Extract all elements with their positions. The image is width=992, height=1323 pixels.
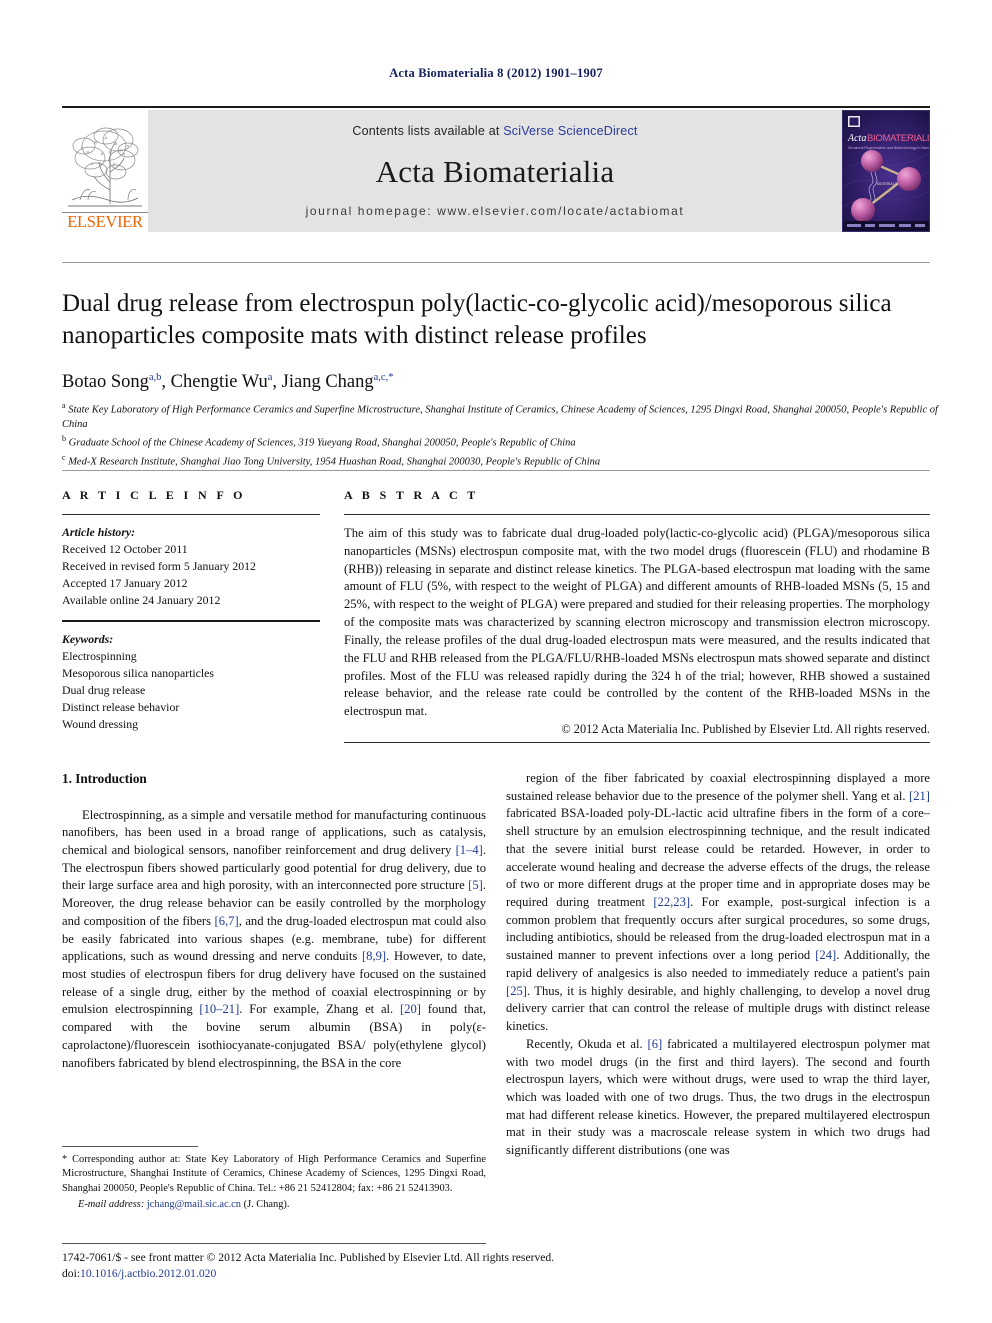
page-title: Dual drug release from electrospun poly(… [62,290,892,349]
svg-text:BIOMATERIALIA: BIOMATERIALIA [867,133,929,144]
author-separator-2: , [272,372,282,393]
affiliation-b: b Graduate School of the Chinese Academy… [62,433,942,451]
abstract-text: The aim of this study was to fabricate d… [344,526,930,719]
author-1-name: Botao Song [62,372,149,393]
journal-band: Contents lists available at SciVerse Sci… [148,110,842,232]
svg-text:Acta: Acta [847,133,866,144]
affiliation-c-text: Med-X Research Institute, Shanghai Jiao … [68,456,601,468]
history-item: Received in revised form 5 January 2012 [62,558,256,573]
journal-homepage-link[interactable]: journal homepage: www.elsevier.com/locat… [306,204,685,218]
footnote-corresponding-text: * Corresponding author at: State Key Lab… [62,1154,486,1194]
email-link[interactable]: jchang@mail.sic.ac.cn [147,1199,241,1210]
svg-text:MATERIALS: MATERIALS [877,182,898,186]
keyword-item: Electrospinning [62,648,137,663]
journal-article-page: Acta Biomaterialia 8 (2012) 1901–1907 EL… [0,0,992,1323]
abstract-bottom-divider [344,742,930,743]
author-3-affiliation-marker: a,c,* [373,372,394,383]
running-head: Acta Biomaterialia 8 (2012) 1901–1907 [389,66,603,80]
svg-text:Structural Regeneration and Bi: Structural Regeneration and Biotechnolog… [848,146,929,150]
affiliation-c-label: c [62,452,66,462]
affiliation-c: c Med-X Research Institute, Shanghai Jia… [62,452,942,470]
article-info-heading: A R T I C L E I N F O [62,488,246,502]
affiliation-b-text: Graduate School of the Chinese Academy o… [68,437,576,449]
history-item: Available online 24 January 2012 [62,592,221,607]
abstract-heading: A B S T R A C T [344,488,479,502]
corresponding-author-footnote: * Corresponding author at: State Key Lab… [62,1146,486,1212]
article-info-panel: A R T I C L E I N F O Article history: R… [62,488,320,733]
journal-masthead: ELSEVIER Contents lists available at Sci… [62,106,930,232]
issn-copyright-line: 1742-7061/$ - see front matter © 2012 Ac… [62,1251,555,1264]
elsevier-wordmark: ELSEVIER [62,211,148,231]
body-column-left: 1. Introduction Electrospinning, as a si… [62,770,486,1072]
abstract-rule [344,514,930,515]
sciencedirect-link[interactable]: SciVerse ScienceDirect [503,124,637,138]
journal-title: Acta Biomaterialia [375,154,615,189]
elsevier-logo: ELSEVIER [62,110,148,232]
article-history-block: Article history: Received 12 October 201… [62,524,320,609]
body-column-right: region of the fiber fabricated by coaxia… [506,770,930,1160]
email-label: E-mail address: [78,1199,145,1211]
history-item: Received 12 October 2011 [62,541,188,556]
history-item: Accepted 17 January 2012 [62,575,188,590]
doi-link[interactable]: 10.1016/j.actbio.2012.01.020 [80,1267,216,1280]
affiliation-a: a State Key Laboratory of High Performan… [62,400,942,433]
keyword-item: Distinct release behavior [62,699,180,714]
body-paragraph: region of the fiber fabricated by coaxia… [506,771,930,1034]
keyword-item: Dual drug release [62,682,146,697]
author-list: Botao Songa,b, Chengtie Wua, Jiang Chang… [62,372,942,393]
info-section-divider [62,470,930,471]
footnote-rule [62,1146,198,1147]
author-separator-1: , [161,372,171,393]
body-paragraph: Electrospinning, as a simple and versati… [62,807,486,1070]
affiliation-list: a State Key Laboratory of High Performan… [62,400,942,470]
keyword-item: Mesoporous silica nanoparticles [62,665,215,680]
abstract-panel: A B S T R A C T The aim of this study wa… [344,488,930,737]
affiliation-a-text: State Key Laboratory of High Performance… [62,404,938,431]
email-suffix: (J. Chang). [243,1199,290,1211]
page-footer: 1742-7061/$ - see front matter © 2012 Ac… [62,1243,930,1282]
keyword-item: Wound dressing [62,716,139,731]
footer-rule [62,1243,486,1244]
keywords-label: Keywords: [62,631,114,646]
article-history-label: Article history: [62,525,136,539]
author-2-name: Chengtie Wu [170,372,268,393]
keywords-rule [62,619,320,622]
title-divider [62,262,930,263]
author-3-name: Jiang Chang [281,372,374,393]
affiliation-a-label: a [62,401,66,410]
contents-lists-line: Contents lists available at SciVerse Sci… [352,124,637,138]
keywords-block: Keywords: Electrospinning Mesoporous sil… [62,631,320,733]
footnote-email-line: E-mail address: jchang@mail.sic.ac.cn (J… [62,1198,486,1212]
doi-line: doi:10.1016/j.actbio.2012.01.020 [62,1266,930,1282]
journal-cover-thumbnail: Acta BIOMATERIALIA Structural Regenerati… [842,110,930,232]
contents-prefix: Contents lists available at [352,124,500,138]
section-heading-introduction: 1. Introduction [62,771,147,786]
abstract-copyright: © 2012 Acta Materialia Inc. Published by… [561,721,930,736]
elsevier-tree-icon [66,119,144,212]
body-paragraph: Recently, Okuda et al. [6] fabricated a … [506,1036,930,1158]
affiliation-b-label: b [62,434,66,444]
doi-prefix: doi: [62,1267,81,1281]
author-1-affiliation-marker: a,b [148,372,162,383]
article-info-rule [62,514,320,515]
